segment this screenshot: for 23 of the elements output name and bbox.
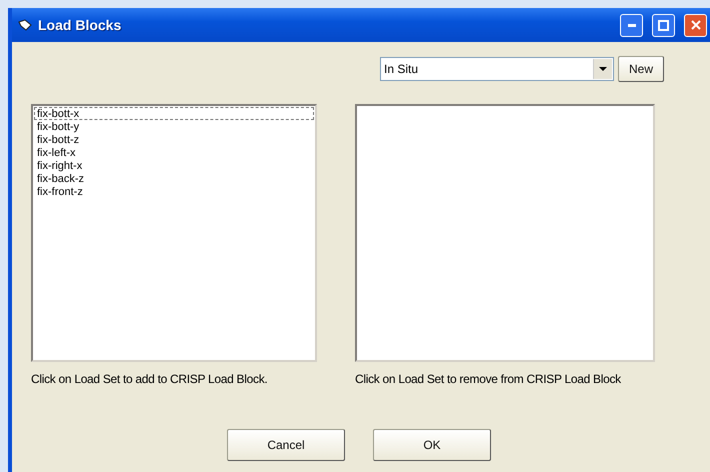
caret-icon xyxy=(599,67,607,71)
list-item[interactable]: fix-bott-x xyxy=(34,107,314,120)
minimize-icon xyxy=(628,24,636,26)
list-item[interactable]: fix-back-z xyxy=(34,172,314,185)
close-button[interactable] xyxy=(684,14,707,36)
list-caption: Click on Load Set to remove from CRISP Load Block xyxy=(355,372,622,386)
list-item[interactable]: fix-right-x xyxy=(34,159,314,172)
ok-button[interactable]: OK xyxy=(373,429,491,461)
list-item[interactable]: fix-left-x xyxy=(34,146,314,159)
cancel-button[interactable]: Cancel xyxy=(227,429,345,461)
list-item[interactable]: fix-bott-z xyxy=(34,133,314,146)
maximize-icon xyxy=(658,20,669,30)
close-icon xyxy=(690,20,700,30)
list-item[interactable]: fix-front-z xyxy=(34,185,314,198)
new-button[interactable]: New xyxy=(618,56,664,82)
maximize-button[interactable] xyxy=(652,14,675,36)
list-caption: Click on Load Set to add to CRISP Load Block. xyxy=(31,372,268,386)
load-set-list[interactable]: fix-bott-x fix-bott-y fix-bott-z fix-left-x fix-right-x fix-back-z fix-front-z xyxy=(31,104,317,362)
load-set-dropdown[interactable]: In Situ xyxy=(380,57,614,81)
list-item[interactable]: fix-bott-y xyxy=(34,120,314,133)
minimize-button[interactable] xyxy=(620,14,643,36)
app-icon xyxy=(18,19,32,31)
window-title: Load Blocks xyxy=(38,17,122,33)
